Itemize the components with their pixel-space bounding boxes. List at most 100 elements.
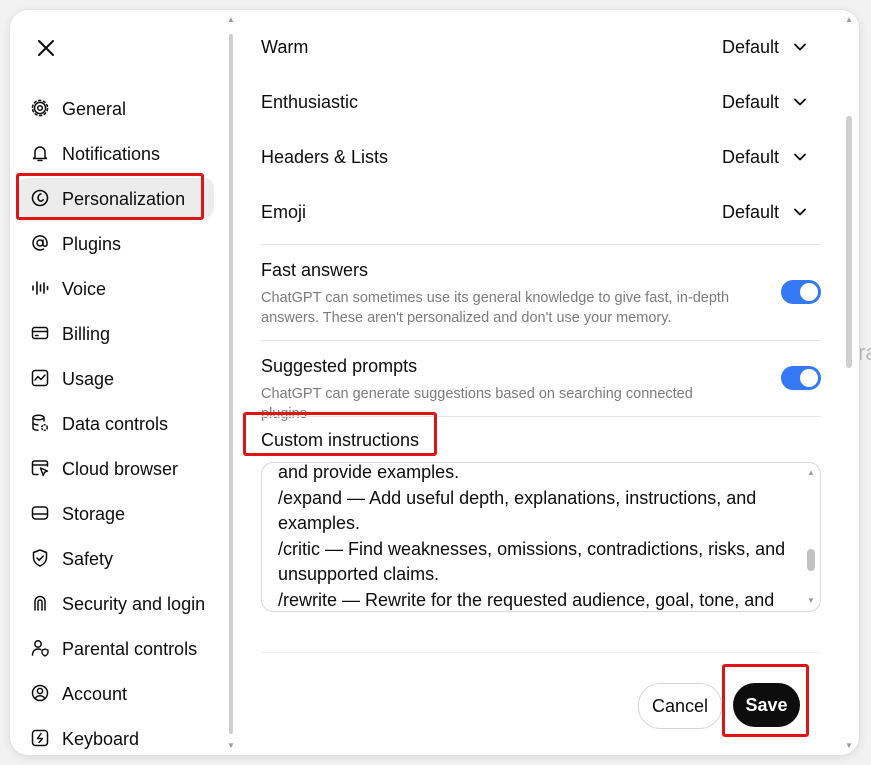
drive-icon [31, 506, 49, 520]
cursor-browser-icon [31, 460, 49, 477]
sidebar-item-label: Keyboard [62, 729, 140, 749]
chevron-down-icon [794, 98, 806, 106]
sidebar-item-account[interactable]: Account [18, 673, 214, 713]
cancel-button[interactable]: Cancel [638, 683, 722, 729]
divider [261, 416, 821, 417]
scroll-up-arrow-icon[interactable]: ▲ [226, 16, 236, 24]
user-circle-icon [31, 684, 49, 702]
sidebar-item-parental-controls[interactable]: Parental controls [18, 628, 214, 668]
preference-label: Emoji [261, 202, 307, 222]
sidebar-item-billing[interactable]: Billing [18, 313, 214, 353]
chevron-down-icon [794, 43, 806, 51]
divider [261, 244, 821, 245]
at-sign-icon [32, 235, 48, 251]
preference-dropdown[interactable]: Default [722, 142, 807, 172]
sidebar-item-personalization[interactable]: Personalization [18, 178, 214, 218]
fingerprint-icon [34, 595, 46, 611]
scroll-up-arrow-icon[interactable]: ▲ [806, 469, 816, 477]
custom-instructions-textarea[interactable]: and provide examples. /expand — Add usef… [261, 462, 821, 612]
sidebar-item-storage[interactable]: Storage [18, 493, 214, 533]
sidebar-item-plugins[interactable]: Plugins [18, 223, 214, 263]
content-scrollbar[interactable]: ▲ ▼ [844, 16, 854, 752]
sidebar-item-safety[interactable]: Safety [18, 538, 214, 578]
waveform-icon [32, 281, 49, 295]
sidebar-item-label: Billing [62, 324, 111, 344]
sidebar-item-label: Account [62, 684, 128, 704]
save-button[interactable]: Save [733, 683, 800, 727]
sidebar-item-label: Storage [62, 504, 126, 524]
divider [261, 340, 821, 341]
bell-icon [32, 146, 48, 162]
sidebar-item-security-and-login[interactable]: Security and login [18, 583, 214, 623]
personalization-icon [31, 189, 49, 207]
textarea-scrollbar[interactable]: ▲ ▼ [806, 469, 816, 605]
sidebar-item-label: Cloud browser [62, 459, 179, 479]
sidebar-item-keyboard[interactable]: Keyboard [18, 718, 214, 755]
scroll-down-arrow-icon[interactable]: ▼ [226, 742, 236, 750]
fast-answers-toggle[interactable] [781, 280, 821, 304]
sidebar-item-label: Voice [62, 279, 107, 299]
preference-label: Warm [261, 37, 309, 57]
dropdown-value: Default [721, 91, 779, 112]
preference-row-headers-lists: Headers & Lists Default [261, 142, 821, 172]
sidebar-scroll-thumb[interactable] [229, 34, 233, 734]
scroll-up-arrow-icon[interactable]: ▲ [844, 16, 854, 24]
sidebar-item-usage[interactable]: Usage [18, 358, 214, 398]
sidebar-item-data-controls[interactable]: Data controls [18, 403, 214, 443]
sidebar-item-label: Usage [62, 369, 115, 389]
close-button[interactable] [34, 36, 58, 60]
user-shield-icon [31, 640, 49, 657]
content-scroll-thumb[interactable] [846, 116, 852, 368]
toggle-knob [800, 369, 818, 387]
sidebar-item-label: Data controls [62, 414, 169, 434]
activity-chart-icon [31, 369, 49, 387]
scroll-down-arrow-icon[interactable]: ▼ [806, 597, 816, 605]
fast-answers-setting: Fast answers ChatGPT can sometimes use i… [261, 260, 821, 330]
custom-instructions-text: and provide examples. /expand — Add usef… [278, 462, 786, 610]
preference-label: Headers & Lists [261, 147, 389, 167]
dropdown-value: Default [721, 201, 779, 222]
preference-row-emoji: Emoji Default [261, 197, 821, 227]
suggested-prompts-toggle[interactable] [781, 366, 821, 390]
sidebar-item-label: General [62, 99, 127, 119]
setting-description: ChatGPT can sometimes use its general kn… [261, 290, 730, 326]
sidebar-item-cloud-browser[interactable]: Cloud browser [18, 448, 214, 488]
credit-card-icon [31, 326, 49, 340]
sidebar-item-label: Personalization [62, 189, 186, 209]
chevron-down-icon [794, 208, 806, 216]
settings-dialog: General Notifications Personalization Pl… [10, 10, 859, 755]
shield-check-icon [32, 549, 48, 567]
background-fragment: ra [858, 340, 871, 365]
dropdown-value: Default [721, 36, 779, 57]
setting-title: Suggested prompts [261, 356, 418, 376]
sidebar-item-voice[interactable]: Voice [18, 268, 214, 308]
preference-dropdown[interactable]: Default [722, 197, 807, 227]
preference-row-enthusiastic: Enthusiastic Default [261, 87, 821, 117]
sidebar-item-label: Notifications [62, 144, 161, 164]
textarea-scroll-thumb[interactable] [807, 549, 815, 571]
scroll-down-arrow-icon[interactable]: ▼ [844, 742, 854, 750]
sidebar-item-label: Plugins [62, 234, 122, 254]
sidebar-item-label: Security and login [62, 594, 206, 614]
close-icon [38, 40, 54, 56]
sidebar-item-general[interactable]: General [18, 88, 214, 128]
preference-row-warm: Warm Default [261, 32, 821, 62]
keyboard-icon [31, 729, 49, 747]
database-gear-icon [32, 414, 49, 432]
setting-description: ChatGPT can generate suggestions based o… [261, 386, 693, 422]
preference-dropdown[interactable]: Default [722, 87, 807, 117]
custom-instructions-heading: Custom instructions [261, 430, 420, 450]
sidebar-item-label: Parental controls [62, 639, 198, 659]
setting-title: Fast answers [261, 260, 369, 280]
dropdown-value: Default [721, 146, 779, 167]
sidebar-scrollbar[interactable]: ▲ ▼ [226, 16, 236, 752]
toggle-knob [800, 283, 818, 301]
chevron-down-icon [794, 153, 806, 161]
sidebar-item-label: Safety [62, 549, 114, 569]
footer-divider [261, 652, 821, 653]
suggested-prompts-setting: Suggested prompts ChatGPT can generate s… [261, 356, 821, 422]
preference-dropdown[interactable]: Default [722, 32, 807, 62]
preference-label: Enthusiastic [261, 92, 359, 112]
gear-icon [31, 99, 49, 117]
sidebar-item-notifications[interactable]: Notifications [18, 133, 214, 173]
